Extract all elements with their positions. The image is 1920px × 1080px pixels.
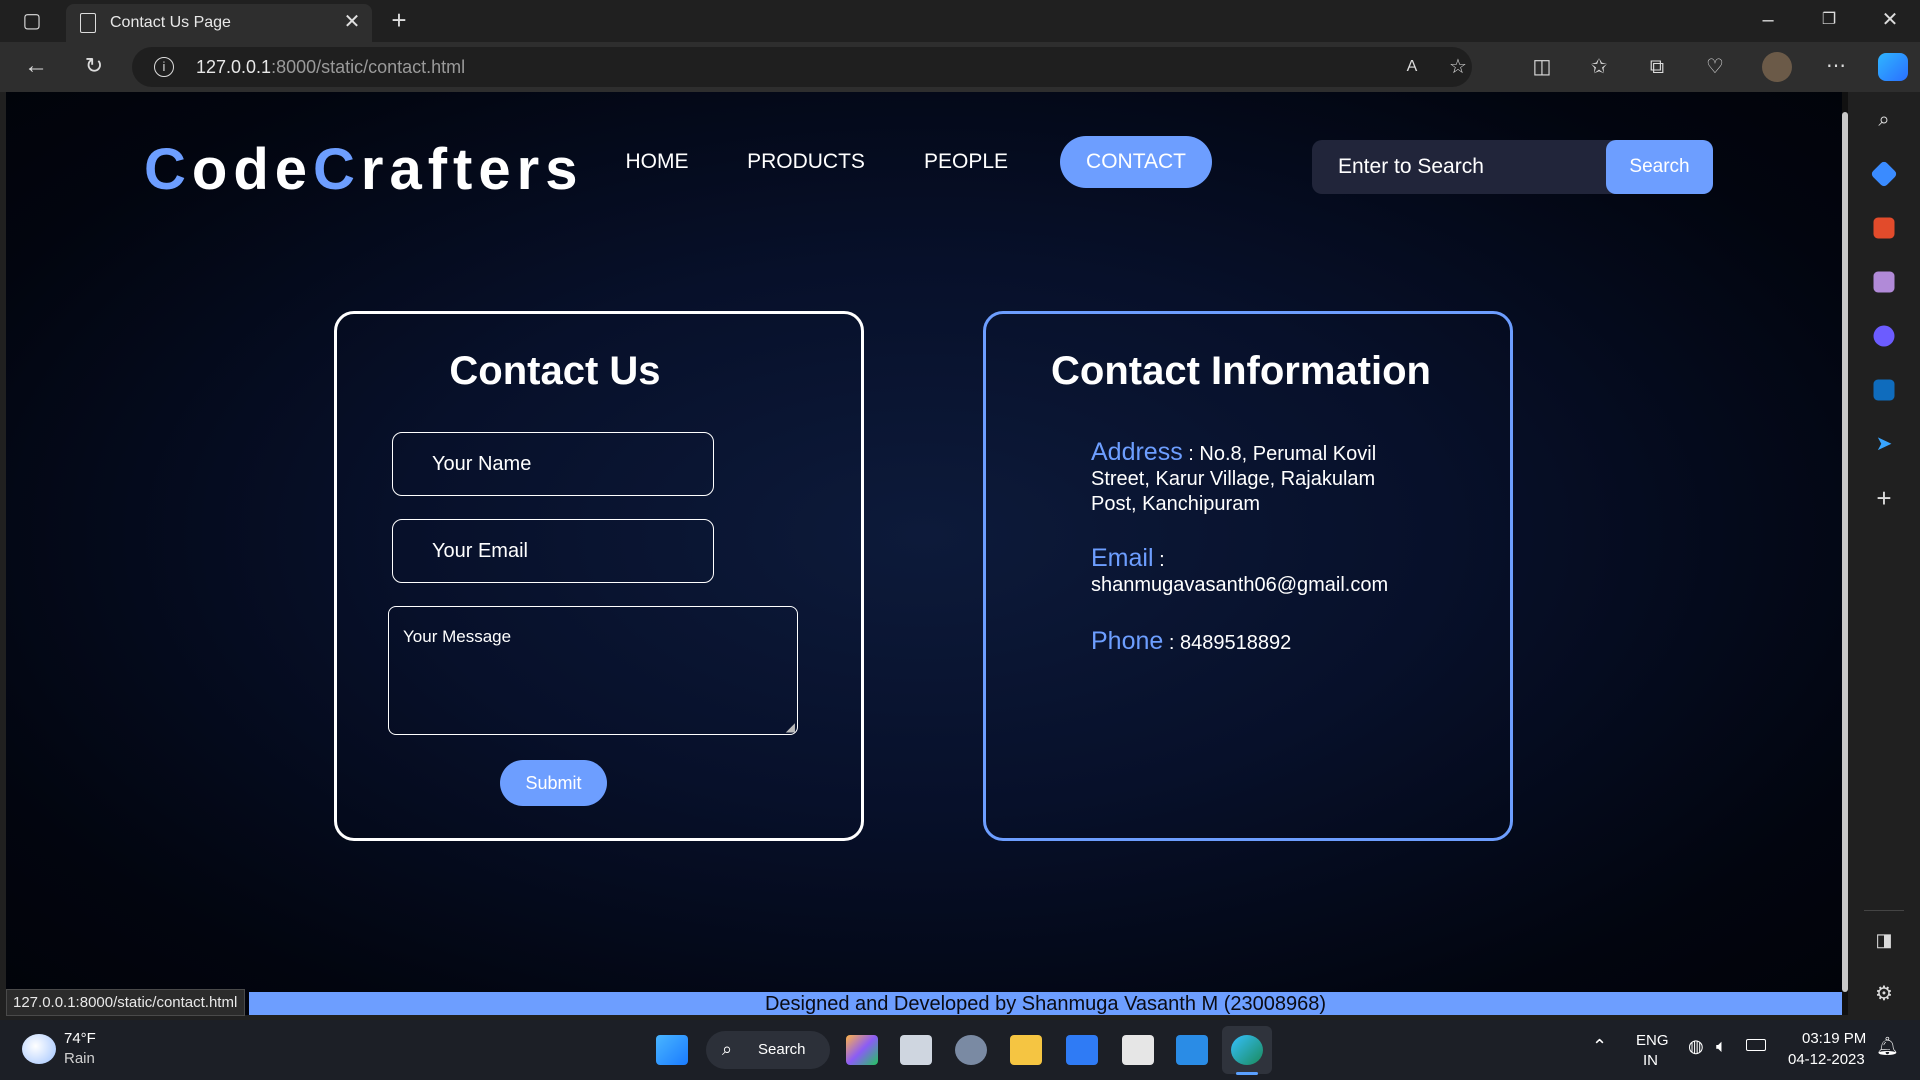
add-sidebar-app-icon[interactable]: + [1870,484,1898,512]
resize-handle-icon[interactable]: ◢ [786,720,795,734]
taskbar-search-label: Search [758,1041,806,1058]
address-row: Address : No.8, Perumal Kovil Street, Ka… [1091,438,1377,516]
copilot-icon[interactable] [1878,53,1908,81]
collections-icon[interactable]: ⧉ [1643,53,1671,81]
restore-icon[interactable]: ❐ [1815,6,1843,34]
refresh-icon[interactable]: ↻ [80,52,108,80]
notepad-icon[interactable] [1122,1035,1154,1065]
more-options-icon[interactable]: ⋯ [1822,52,1850,80]
phone-label: Phone [1091,627,1164,655]
browser-essentials-icon[interactable]: ♡ [1701,53,1729,81]
clock-date[interactable]: 04-12-2023 [1788,1051,1865,1068]
language-code[interactable]: ENG [1636,1032,1669,1049]
new-tab-icon[interactable]: + [385,6,413,34]
notifications-bell-icon[interactable]: 🔔︎ [1876,1036,1899,1057]
address-label: Address [1091,438,1183,466]
url-text: 127.0.0.1:8000/static/contact.html [196,57,466,77]
page-scrollbar[interactable] [1842,92,1848,1015]
tab-actions-icon[interactable]: ▢ [18,7,46,35]
language-region[interactable]: IN [1643,1052,1658,1069]
sidebar-divider [1864,910,1904,911]
hide-sidebar-icon[interactable]: ◨ [1870,926,1898,954]
contact-info-title: Contact Information [1051,349,1431,393]
microsoft-store-icon[interactable] [1066,1035,1098,1065]
drop-icon[interactable]: ➤ [1870,430,1898,458]
outlook-icon[interactable] [1873,379,1895,401]
nav-home[interactable]: HOME [606,136,708,188]
contact-form-title: Contact Us [449,349,661,393]
phone-row: Phone : 8489518892 [1091,627,1292,655]
shopping-tag-icon[interactable] [1870,160,1898,188]
address-bar[interactable]: i 127.0.0.1:8000/static/contact.html A ☆ [132,47,1472,87]
close-tab-icon[interactable]: ✕ [340,10,364,34]
page-viewport: CodeCrafters HOME PRODUCTS PEOPLE CONTAC… [6,92,1842,1015]
search-input[interactable]: Enter to Search [1312,140,1617,194]
weather-temp: 74°F [64,1030,96,1047]
split-screen-icon[interactable]: ◫ [1528,53,1556,81]
nav-contact[interactable]: CONTACT [1060,136,1212,188]
email-input[interactable]: Your Email [392,519,714,583]
file-explorer-icon[interactable] [1010,1035,1042,1065]
active-app-indicator [1236,1072,1258,1075]
task-view-icon[interactable] [900,1035,932,1065]
minimize-icon[interactable]: – [1754,6,1782,34]
taskbar-search[interactable]: ⌕ Search [706,1031,830,1069]
tab-title: Contact Us Page [110,14,231,31]
search-icon: ⌕ [722,1039,733,1059]
network-icon[interactable]: ◍ [1688,1036,1704,1057]
site-logo[interactable]: CodeCrafters [144,136,583,203]
contact-info-card: Contact Information Address : No.8, Peru… [983,311,1513,841]
browser-toolbar: ← ↻ i 127.0.0.1:8000/static/contact.html… [0,42,1920,92]
start-windows-icon[interactable] [656,1035,688,1065]
email-label: Email [1091,544,1154,572]
browser-tab[interactable]: Contact Us Page ✕ [66,4,372,42]
volume-icon[interactable]: 🔈︎ [1716,1036,1727,1057]
clock-time[interactable]: 03:19 PM [1802,1030,1866,1047]
back-icon[interactable]: ← [22,52,50,80]
page-icon [80,13,96,33]
show-hidden-icons-icon[interactable]: ⌃ [1592,1036,1607,1057]
battery-icon[interactable] [1746,1039,1766,1051]
games-icon[interactable] [1873,271,1895,293]
copilot-pre-icon[interactable] [846,1035,878,1065]
message-placeholder: Your Message [403,627,512,646]
link-status-url: 127.0.0.1:8000/static/contact.html [6,989,246,1016]
contact-form-card: Contact Us Your Name Your Email Your Mes… [334,311,864,841]
nav-people[interactable]: PEOPLE [906,136,1026,188]
profile-avatar[interactable] [1762,52,1792,82]
message-textarea[interactable]: Your Message ◢ [388,606,798,735]
submit-button[interactable]: Submit [500,760,607,806]
vscode-icon[interactable] [1176,1035,1208,1065]
email-row: Email : shanmugavasanth06@gmail.com [1091,544,1389,597]
microsoft-365-icon[interactable] [1873,325,1895,347]
favorite-star-icon[interactable]: ☆ [1444,53,1472,81]
windows-taskbar: 74°F Rain ⌕ Search ⌃ ENG IN ◍ 🔈︎ 03:19 P… [0,1020,1920,1080]
sidebar-settings-icon[interactable]: ⚙ [1870,980,1898,1008]
favorites-icon[interactable]: ✩ [1585,53,1613,81]
search-button[interactable]: Search [1606,140,1713,194]
browser-tabbar: ▢ Contact Us Page ✕ + – ❐ ✕ [0,0,1920,42]
page-footer: Designed and Developed by Shanmuga Vasan… [249,992,1842,1015]
scrollbar-thumb[interactable] [1842,112,1848,992]
search-icon[interactable]: ⌕ [1870,106,1898,134]
edge-browser-icon[interactable] [1231,1035,1263,1065]
weather-desc: Rain [64,1050,95,1067]
email-value: shanmugavasanth06@gmail.com [1091,574,1389,596]
nav-products[interactable]: PRODUCTS [735,136,877,188]
tools-briefcase-icon[interactable] [1873,217,1895,239]
name-input[interactable]: Your Name [392,432,714,496]
settings-icon[interactable] [955,1035,987,1065]
edge-sidebar: ⌕ ➤ + ◨ ⚙ [1848,92,1920,1020]
site-info-icon[interactable]: i [154,57,174,77]
close-window-icon[interactable]: ✕ [1876,6,1904,34]
weather-cloud-icon[interactable] [22,1034,56,1064]
phone-value: 8489518892 [1179,632,1292,654]
read-aloud-icon[interactable]: A [1398,53,1426,81]
